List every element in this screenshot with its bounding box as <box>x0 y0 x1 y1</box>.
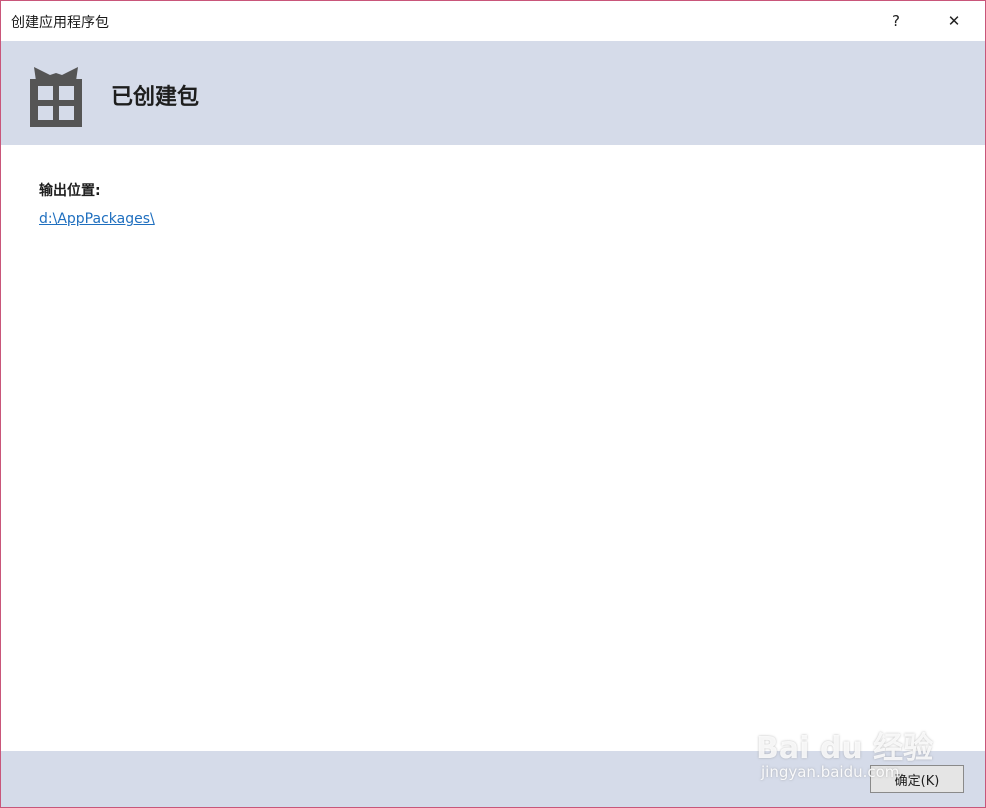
help-button[interactable]: ? <box>867 1 925 41</box>
help-icon: ? <box>892 12 900 30</box>
page-title: 已创建包 <box>111 85 200 110</box>
create-package-dialog: 创建应用程序包 ? ✕ 已创建包 输出位置: d:\AppPackages\ 确… <box>0 0 986 808</box>
gift-package-icon <box>30 67 82 127</box>
header-band: 已创建包 <box>1 41 985 145</box>
output-location-label: 输出位置: <box>39 183 101 199</box>
close-button[interactable]: ✕ <box>925 1 983 41</box>
title-bar[interactable]: 创建应用程序包 ? ✕ <box>1 1 985 41</box>
close-icon: ✕ <box>947 12 961 30</box>
output-path-link[interactable]: d:\AppPackages\ <box>39 211 155 227</box>
content-area: 输出位置: d:\AppPackages\ <box>1 145 985 751</box>
window-title: 创建应用程序包 <box>11 15 109 31</box>
ok-button[interactable]: 确定(K) <box>870 765 964 793</box>
footer-band: 确定(K) <box>1 751 985 807</box>
